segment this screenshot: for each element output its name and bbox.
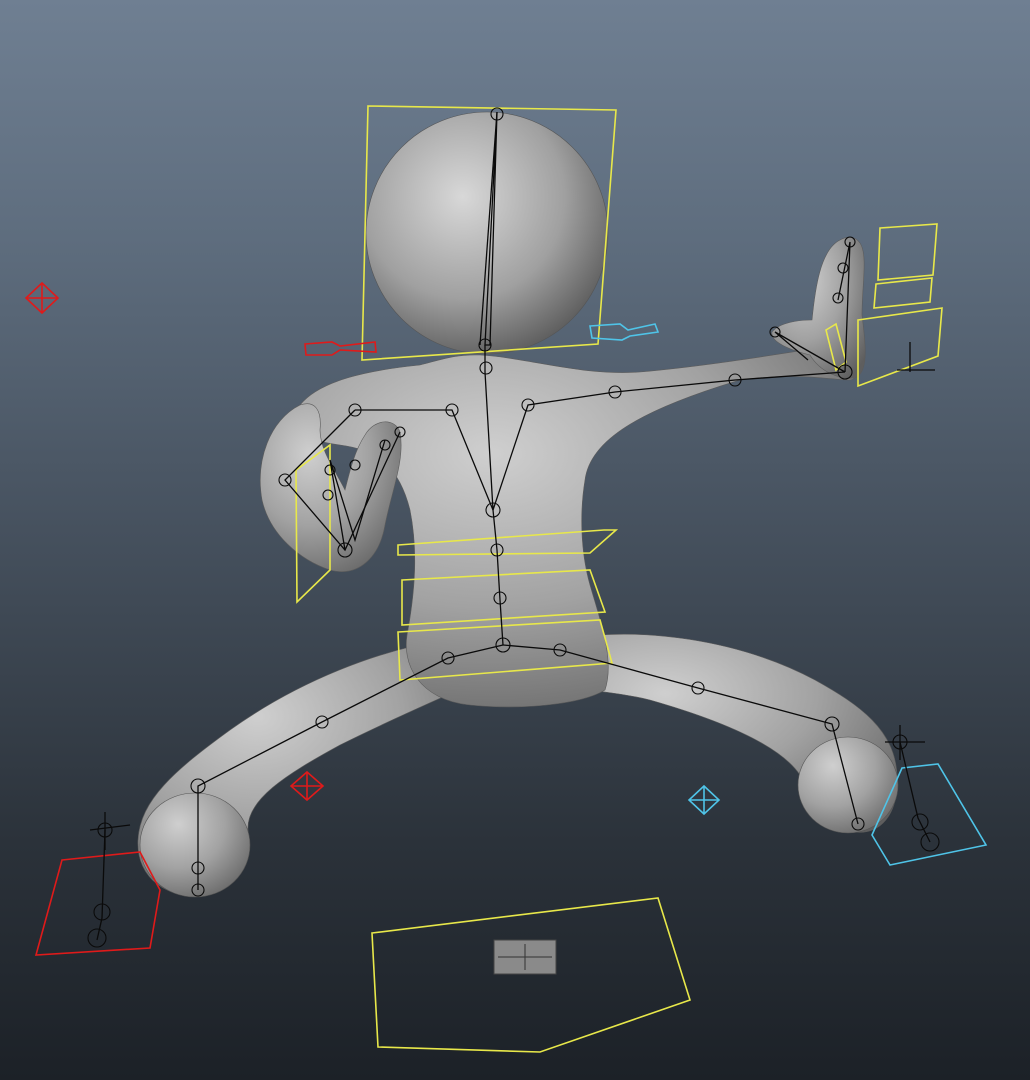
left-foot-bone[interactable]	[96, 829, 106, 941]
ik-handle-icon[interactable]	[89, 812, 131, 850]
left-foot-control[interactable]	[34, 851, 161, 956]
right-palm-control[interactable]	[857, 307, 943, 388]
left-foot-mesh[interactable]	[139, 792, 251, 898]
left-eye-control[interactable]	[304, 341, 377, 356]
main-control[interactable]	[371, 897, 691, 1053]
right-finger-control[interactable]	[877, 223, 938, 281]
main-control-icon[interactable]	[493, 939, 557, 975]
3d-viewport[interactable]	[0, 0, 1030, 1080]
pole-vector-icon[interactable]	[687, 784, 721, 816]
pole-vector-icon[interactable]	[24, 281, 60, 315]
scene-canvas[interactable]	[0, 0, 1030, 1080]
ik-handle-icon[interactable]	[897, 342, 935, 372]
character-mesh[interactable]	[137, 111, 899, 898]
right-eye-control[interactable]	[589, 323, 660, 341]
right-foot-bone[interactable]	[899, 741, 931, 843]
right-thumb-control[interactable]	[873, 277, 933, 309]
pole-vector-icon[interactable]	[289, 770, 325, 802]
